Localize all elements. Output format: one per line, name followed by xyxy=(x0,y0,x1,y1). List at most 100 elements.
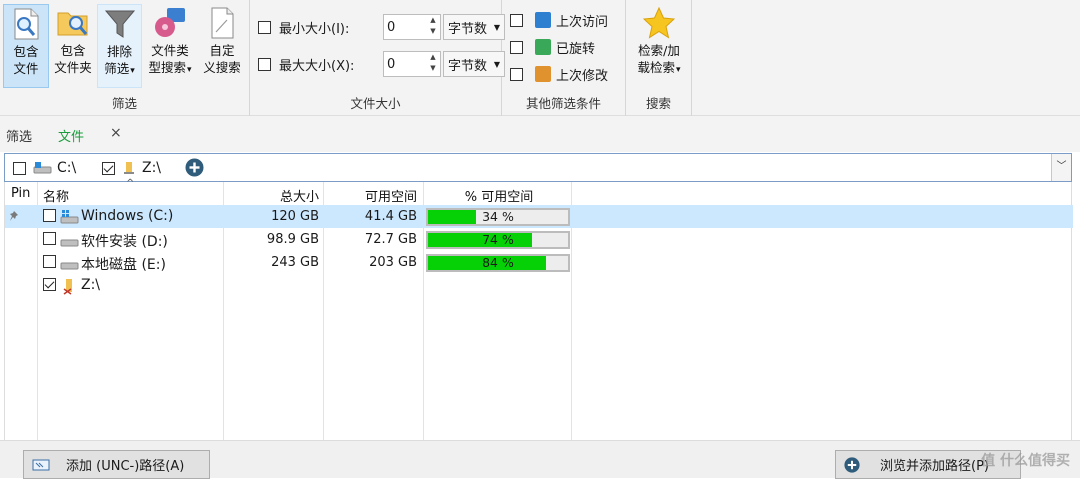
chevron-down-icon: ▼ xyxy=(493,59,500,69)
max-size-unit-select[interactable]: 字节数 ▼ xyxy=(443,51,505,77)
max-size-value: 0 xyxy=(387,56,396,72)
path-c-label: C:\ xyxy=(57,160,77,176)
drive-total-size: 120 GB xyxy=(271,209,319,224)
drive-icon xyxy=(60,239,79,247)
load-search-label-1: 检索/加 xyxy=(638,43,680,58)
search-group-label: 搜索 xyxy=(645,96,671,111)
close-tab-button[interactable]: × xyxy=(110,125,122,141)
table-row[interactable]: 本地磁盘 (E:) 243 GB 203 GB 84 % xyxy=(5,251,1073,274)
rotated-checkbox[interactable] xyxy=(510,40,523,54)
column-header-free[interactable]: 可用空间 xyxy=(331,186,417,205)
path-item-c[interactable]: C:\ xyxy=(13,160,76,176)
custom-search-label-1: 自定 xyxy=(209,43,235,58)
custom-search-button[interactable]: 自定 义搜索 xyxy=(198,4,246,88)
row-checkbox[interactable] xyxy=(43,255,56,268)
star-icon xyxy=(642,6,676,39)
windows-drive-icon xyxy=(60,210,79,224)
calendar-blue-icon xyxy=(535,12,551,28)
tab-filter[interactable]: 筛选 xyxy=(6,126,32,145)
include-folders-label-1: 包含 xyxy=(60,43,86,58)
min-size-spinner[interactable]: ▲ ▼ xyxy=(426,15,440,39)
network-path-icon xyxy=(32,459,50,470)
max-size-label: 最大大小(X): xyxy=(279,58,355,74)
min-size-label: 最小大小(I): xyxy=(279,21,350,37)
max-size-input[interactable]: 0 ▲ ▼ xyxy=(383,51,441,77)
path-z-label: Z:\ xyxy=(142,160,162,176)
add-unc-path-label: 添加 (UNC-)路径(A) xyxy=(66,459,185,474)
other-filters-group-label: 其他筛选条件 xyxy=(525,96,601,111)
column-header-name[interactable]: 名称 xyxy=(43,186,69,205)
max-size-spinner[interactable]: ▲ ▼ xyxy=(426,52,440,76)
file-type-search-label-1: 文件类 xyxy=(151,43,189,58)
pin-icon[interactable] xyxy=(9,210,22,223)
min-size-row: 最小大小(I): 0 ▲ ▼ 字节数 ▼ xyxy=(258,13,505,41)
chevron-down-icon: ▼ xyxy=(493,22,500,32)
row-checkbox[interactable] xyxy=(43,278,56,291)
min-size-value: 0 xyxy=(387,19,396,35)
drive-name: Windows (C:) xyxy=(81,208,174,224)
exclude-filter-label-2: 筛选 xyxy=(104,61,135,76)
max-size-row: 最大大小(X): 0 ▲ ▼ 字节数 ▼ xyxy=(258,50,505,78)
drive-table: Pin 名称 ^ 总大小 可用空间 % 可用空间 Windows (C:) 12… xyxy=(4,178,1073,440)
free-space-percent: 74 % xyxy=(482,232,514,247)
last-modified-filter[interactable]: 上次修改 xyxy=(510,62,608,86)
include-files-button[interactable]: 包含 文件 xyxy=(3,4,49,88)
filter-group-label: 筛选 xyxy=(111,96,137,111)
last-accessed-checkbox[interactable] xyxy=(510,13,523,27)
max-size-checkbox[interactable] xyxy=(258,57,271,71)
music-file-icon xyxy=(155,8,185,37)
drive-free-space: 72.7 GB xyxy=(364,232,417,247)
column-header-percent-free[interactable]: % 可用空间 xyxy=(429,186,569,205)
min-size-checkbox[interactable] xyxy=(258,20,271,34)
free-space-bar: 74 % xyxy=(426,231,570,249)
browse-add-path-label: 浏览并添加路径(P) xyxy=(880,459,989,474)
exclude-filter-button[interactable]: 排除 筛选 xyxy=(97,4,142,88)
drive-free-space: 203 GB xyxy=(369,255,417,270)
table-row[interactable]: 软件安装 (D:) 98.9 GB 72.7 GB 74 % xyxy=(5,228,1073,251)
file-type-search-label-2: 型搜索 xyxy=(148,60,191,75)
min-size-unit-select[interactable]: 字节数 ▼ xyxy=(443,14,505,40)
footer-bar: 添加 (UNC-)路径(A) 浏览并添加路径(P) 值 什么值得买 xyxy=(0,440,1080,479)
filter-group: 包含 文件 包含 文件夹 排除 筛选 文件类 xyxy=(0,0,250,116)
drive-name: 软件安装 (D:) xyxy=(81,234,168,250)
add-path-icon[interactable] xyxy=(185,158,204,177)
path-c-checkbox[interactable] xyxy=(13,161,26,175)
row-checkbox[interactable] xyxy=(43,232,56,245)
rotated-filter[interactable]: 已旋转 xyxy=(510,35,595,59)
chevron-down-icon: ﹀ xyxy=(1056,161,1067,172)
drive-total-size: 243 GB xyxy=(271,255,319,270)
min-size-input[interactable]: 0 ▲ ▼ xyxy=(383,14,441,40)
include-folders-button[interactable]: 包含 文件夹 xyxy=(51,4,95,88)
free-space-percent: 34 % xyxy=(482,209,514,224)
include-files-label-2: 文件 xyxy=(13,61,39,76)
path-item-z[interactable]: Z:\ xyxy=(102,160,161,176)
free-space-bar: 34 % xyxy=(426,208,570,226)
include-folders-label-2: 文件夹 xyxy=(54,60,92,75)
free-space-bar: 84 % xyxy=(426,254,570,272)
column-header-total[interactable]: 总大小 xyxy=(231,186,319,205)
path-z-checkbox[interactable] xyxy=(102,161,115,175)
search-group: 检索/加 载检索 搜索 xyxy=(626,0,692,116)
drive-name: 本地磁盘 (E:) xyxy=(81,257,166,273)
rotated-label: 已旋转 xyxy=(556,41,596,57)
network-drive-icon xyxy=(124,162,134,174)
path-selector[interactable]: C:\ Z:\ ﹀ xyxy=(4,153,1072,182)
file-type-search-button[interactable]: 文件类 型搜索 xyxy=(144,4,196,88)
drive-icon xyxy=(60,262,79,270)
add-icon xyxy=(844,456,860,473)
load-search-button[interactable]: 检索/加 载检索 xyxy=(629,4,689,88)
add-unc-path-button[interactable]: 添加 (UNC-)路径(A) xyxy=(23,450,210,479)
column-header-pin[interactable]: Pin xyxy=(11,186,30,201)
calendar-green-icon xyxy=(535,39,551,55)
free-space-percent: 84 % xyxy=(482,255,514,270)
last-modified-checkbox[interactable] xyxy=(510,67,523,81)
tab-files[interactable]: 文件 xyxy=(58,126,84,145)
last-accessed-filter[interactable]: 上次访问 xyxy=(510,8,608,32)
table-row[interactable]: Z:\ xyxy=(5,274,1073,297)
row-checkbox[interactable] xyxy=(43,209,56,222)
tab-bar: 筛选 文件 × xyxy=(0,116,1080,152)
disconnected-network-drive-icon xyxy=(63,279,72,295)
sort-ascending-icon: ^ xyxy=(126,178,135,189)
table-row[interactable]: Windows (C:) 120 GB 41.4 GB 34 % xyxy=(5,205,1073,228)
path-dropdown-button[interactable]: ﹀ xyxy=(1051,154,1071,181)
